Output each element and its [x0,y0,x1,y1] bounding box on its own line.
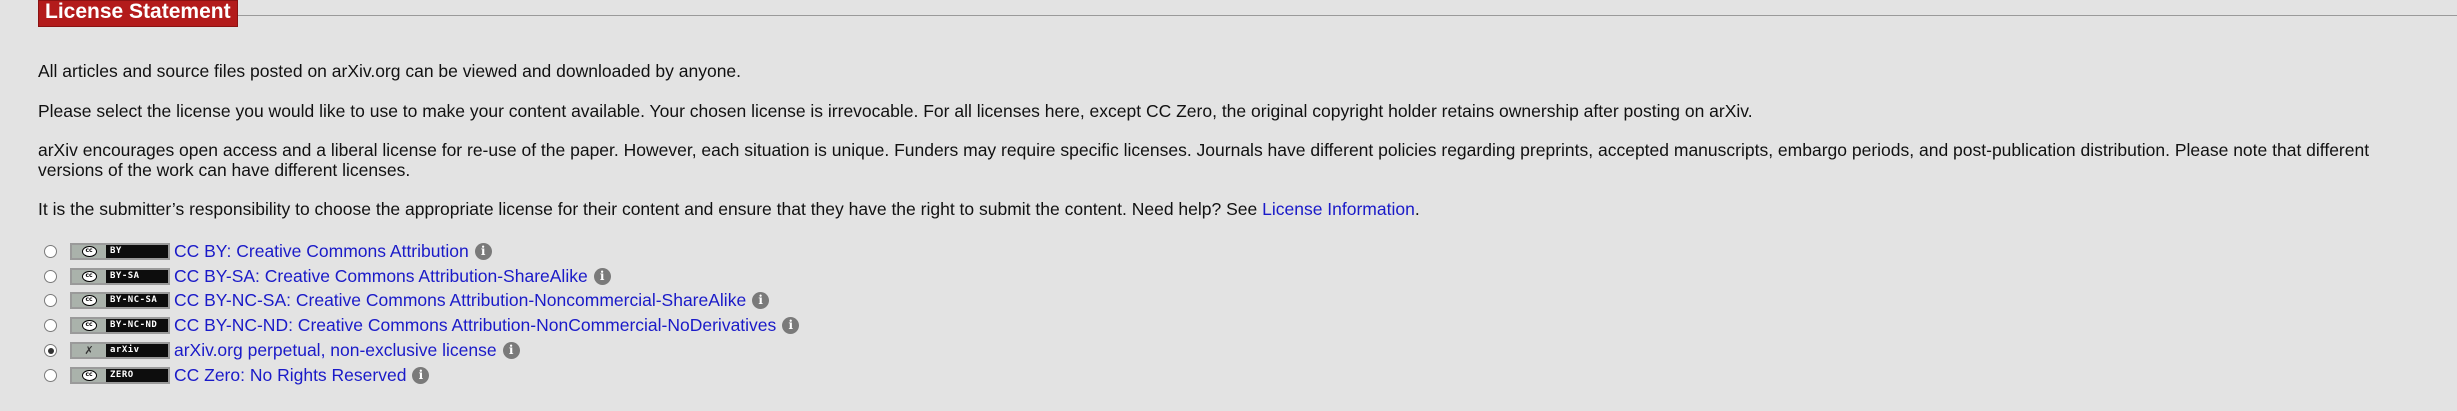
header-divider [38,15,2457,16]
license-radio-cc-by[interactable] [44,244,57,258]
license-option-arxiv[interactable]: ✗ arXiv arXiv.org perpetual, non-exclusi… [44,338,799,363]
license-radio-cc-by-nc-sa[interactable] [44,294,57,308]
badge-text: BY [110,245,122,256]
cc-by-nc-sa-badge-icon: cc BY-NC-SA [70,292,170,310]
license-radio-cc-by-nc-nd[interactable] [44,319,57,333]
responsibility-paragraph: It is the submitter’s responsibility to … [38,199,1420,219]
cc-zero-badge-icon: cc ZERO [70,366,170,384]
info-icon[interactable]: i [593,267,611,285]
license-option-cc-by-nc-sa[interactable]: cc BY-NC-SA CC BY-NC-SA: Creative Common… [44,289,799,314]
license-radio-arxiv[interactable] [44,344,57,358]
license-choice-paragraph: Please select the license you would like… [38,101,1753,121]
cc-by-badge-icon: cc BY [70,242,170,260]
info-icon[interactable]: i [502,342,520,360]
license-radio-cc-by-sa[interactable] [44,269,57,283]
x-logo-icon: ✗ [84,344,94,358]
license-radio-cc-zero[interactable] [44,368,57,382]
badge-text: BY-SA [110,270,140,281]
info-icon[interactable]: i [752,292,770,310]
cc-logo-icon: cc [81,369,97,381]
license-option-cc-by-nc-nd[interactable]: cc BY-NC-ND CC BY-NC-ND: Creative Common… [44,313,800,338]
arxiv-badge-icon: ✗ arXiv [70,342,170,360]
info-icon[interactable]: i [782,317,800,335]
badge-text: BY-NC-SA [110,295,158,306]
badge-text: arXiv [110,345,140,356]
license-information-link[interactable]: License Information [1262,199,1415,219]
badge-text: ZERO [110,369,134,380]
license-label[interactable]: arXiv.org perpetual, non-exclusive licen… [174,340,497,361]
section-title: License Statement [38,0,238,27]
responsibility-suffix: . [1414,199,1420,219]
cc-logo-icon: cc [81,270,97,282]
license-statement-page: License Statement All articles and sourc… [0,0,2457,411]
license-options: cc BY CC BY: Creative Commons Attributio… [44,239,800,388]
cc-logo-icon: cc [81,245,97,257]
cc-logo-icon: cc [81,295,97,307]
license-label[interactable]: CC BY: Creative Commons Attribution [174,241,469,262]
cc-logo-icon: cc [81,320,97,332]
responsibility-text: It is the submitter’s responsibility to … [38,199,1263,219]
badge-text: BY-NC-ND [110,320,158,331]
intro-paragraph: All articles and source files posted on … [38,61,742,81]
license-option-cc-zero[interactable]: cc ZERO CC Zero: No Rights Reserved i [44,363,799,388]
info-icon[interactable]: i [412,366,430,384]
info-icon[interactable]: i [474,242,492,260]
license-label[interactable]: CC BY-NC-ND: Creative Commons Attributio… [174,315,776,336]
license-label[interactable]: CC Zero: No Rights Reserved [174,365,406,386]
license-label[interactable]: CC BY-SA: Creative Commons Attribution-S… [174,266,588,287]
cc-by-sa-badge-icon: cc BY-SA [70,267,170,285]
cc-by-nc-nd-badge-icon: cc BY-NC-ND [70,317,170,335]
open-access-paragraph: arXiv encourages open access and a liber… [38,140,2370,180]
license-option-cc-by[interactable]: cc BY CC BY: Creative Commons Attributio… [44,239,799,264]
license-option-cc-by-sa[interactable]: cc BY-SA CC BY-SA: Creative Commons Attr… [44,264,799,289]
license-label[interactable]: CC BY-NC-SA: Creative Commons Attributio… [174,290,746,311]
